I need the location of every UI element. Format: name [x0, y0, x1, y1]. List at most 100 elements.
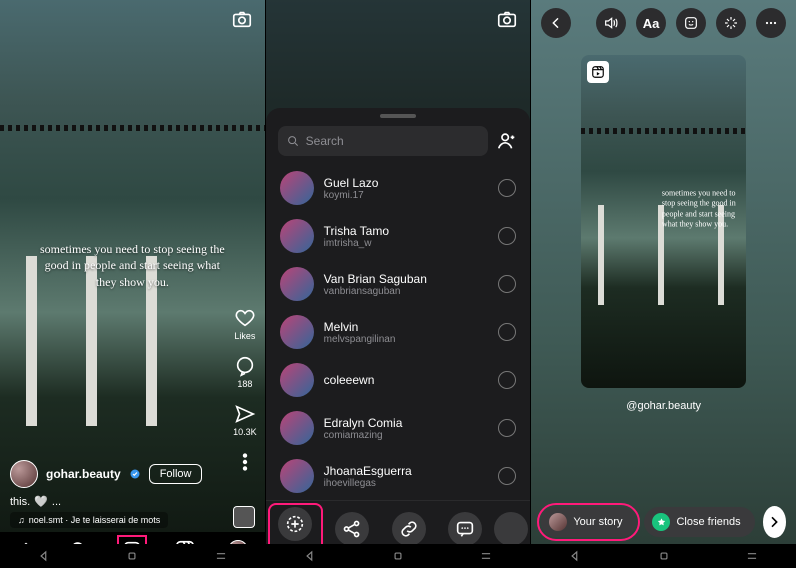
add-friend-icon[interactable]: [496, 130, 518, 152]
person-avatar: [280, 219, 314, 253]
likes-label: Likes: [234, 331, 255, 341]
person-radio[interactable]: [498, 179, 516, 197]
home-key[interactable]: [391, 549, 405, 563]
person-avatar: [280, 459, 314, 493]
more-button[interactable]: [234, 451, 256, 473]
person-radio[interactable]: [498, 371, 516, 389]
person-name: Trisha Tamo: [324, 224, 489, 238]
comment-count: 188: [237, 379, 252, 389]
share-sheet: Search Guel Lazokoymi.17Trisha Tamoimtri…: [266, 108, 531, 516]
person-avatar: [280, 363, 314, 397]
person-row[interactable]: Melvinmelvspangilinan: [266, 308, 531, 356]
person-avatar: [280, 171, 314, 205]
sticker-button[interactable]: [676, 8, 706, 38]
action-rail: Likes 188 10.3K: [233, 307, 257, 473]
person-row[interactable]: JhoanaEsguerraihoevillegas: [266, 452, 531, 500]
android-nav: [0, 544, 265, 568]
close-friends-button[interactable]: Close friends: [644, 507, 754, 537]
back-key[interactable]: [303, 549, 317, 563]
person-username: melvspangilinan: [324, 334, 489, 345]
person-row[interactable]: Van Brian Sagubanvanbriansaguban: [266, 260, 531, 308]
story-editor-screen: Aa sometimes you need to stop seeing the…: [530, 0, 796, 568]
your-story-button[interactable]: Your story: [541, 507, 636, 537]
back-key[interactable]: [568, 549, 582, 563]
person-radio[interactable]: [498, 323, 516, 341]
star-icon: [652, 513, 670, 531]
person-username: comiamazing: [324, 430, 489, 441]
person-row[interactable]: Edralyn Comiacomiamazing: [266, 404, 531, 452]
share-sheet-screen: Search Guel Lazokoymi.17Trisha Tamoimtri…: [265, 0, 531, 568]
caption-text: this.: [10, 496, 30, 508]
comment-icon: [234, 355, 256, 377]
back-key[interactable]: [37, 549, 51, 563]
person-radio[interactable]: [498, 419, 516, 437]
like-button[interactable]: Likes: [234, 307, 256, 341]
share-button[interactable]: 10.3K: [233, 403, 257, 437]
person-radio[interactable]: [498, 467, 516, 485]
text-button[interactable]: Aa: [636, 8, 666, 38]
android-nav: [266, 544, 531, 568]
sheet-grabber[interactable]: [380, 114, 416, 118]
comment-button[interactable]: 188: [234, 355, 256, 389]
person-username: vanbriansaguban: [324, 286, 489, 297]
mention-tag[interactable]: @gohar.beauty: [531, 400, 796, 412]
camera-icon[interactable]: [496, 8, 518, 30]
person-name: Guel Lazo: [324, 176, 489, 190]
person-name: Melvin: [324, 320, 489, 334]
person-avatar: [280, 411, 314, 445]
audio-thumbnail[interactable]: [233, 506, 255, 528]
people-list[interactable]: Guel Lazokoymi.17Trisha Tamoimtrisha_wVa…: [266, 164, 531, 516]
person-avatar: [280, 267, 314, 301]
author-username: gohar.beauty: [46, 467, 121, 481]
person-row[interactable]: Trisha Tamoimtrisha_w: [266, 212, 531, 260]
effects-button[interactable]: [716, 8, 746, 38]
recents-key[interactable]: [214, 549, 228, 563]
person-row[interactable]: Guel Lazokoymi.17: [266, 164, 531, 212]
person-row[interactable]: coleeewn: [266, 356, 531, 404]
music-pill[interactable]: ♫ noel.smt · Je te laisserai de mots: [10, 512, 168, 528]
music-label: noel.smt · Je te laisserai de mots: [29, 515, 161, 525]
music-note-icon: ♫: [18, 515, 25, 525]
story-canvas[interactable]: sometimes you need to stop seeing the go…: [581, 55, 746, 388]
caption-more: ...: [52, 496, 61, 508]
plus-circle-icon: [284, 513, 306, 535]
next-button[interactable]: [763, 506, 786, 538]
sms-icon: [454, 518, 476, 540]
verified-icon: [129, 468, 141, 480]
person-username: imtrisha_w: [324, 238, 489, 249]
person-name: coleeewn: [324, 373, 489, 387]
person-name: Van Brian Saguban: [324, 272, 489, 286]
person-radio[interactable]: [498, 275, 516, 293]
reel-view-screen: sometimes you need to stop seeing the go…: [0, 0, 265, 568]
back-button[interactable]: [541, 8, 571, 38]
person-name: JhoanaEsguerra: [324, 464, 489, 478]
recents-key[interactable]: [745, 549, 759, 563]
person-username: koymi.17: [324, 190, 489, 201]
share-icon: [234, 403, 256, 425]
person-radio[interactable]: [498, 227, 516, 245]
person-name: Edralyn Comia: [324, 416, 489, 430]
search-placeholder: Search: [306, 134, 344, 148]
author-row[interactable]: gohar.beauty Follow: [10, 460, 202, 488]
home-key[interactable]: [125, 549, 139, 563]
audio-button[interactable]: [596, 8, 626, 38]
share-count: 10.3K: [233, 427, 257, 437]
camera-icon[interactable]: [231, 8, 253, 30]
heart-icon: [234, 307, 256, 329]
home-key[interactable]: [657, 549, 671, 563]
author-avatar[interactable]: [10, 460, 38, 488]
recents-key[interactable]: [479, 549, 493, 563]
avatar: [549, 513, 567, 531]
overflow-button[interactable]: [756, 8, 786, 38]
quote-overlay-text: sometimes you need to stop seeing the go…: [40, 240, 225, 290]
person-avatar: [280, 315, 314, 349]
follow-button[interactable]: Follow: [149, 464, 203, 484]
share-nodes-icon: [341, 518, 363, 540]
person-username: ihoevillegas: [324, 478, 489, 489]
android-nav: [531, 544, 796, 568]
search-input[interactable]: Search: [278, 126, 489, 156]
publish-bar: Your story Close friends: [541, 506, 786, 538]
caption-row[interactable]: this. 🤍 ...: [10, 495, 61, 508]
more-icon: [234, 451, 256, 473]
quote-overlay-text: sometimes you need to stop seeing the go…: [662, 188, 736, 230]
